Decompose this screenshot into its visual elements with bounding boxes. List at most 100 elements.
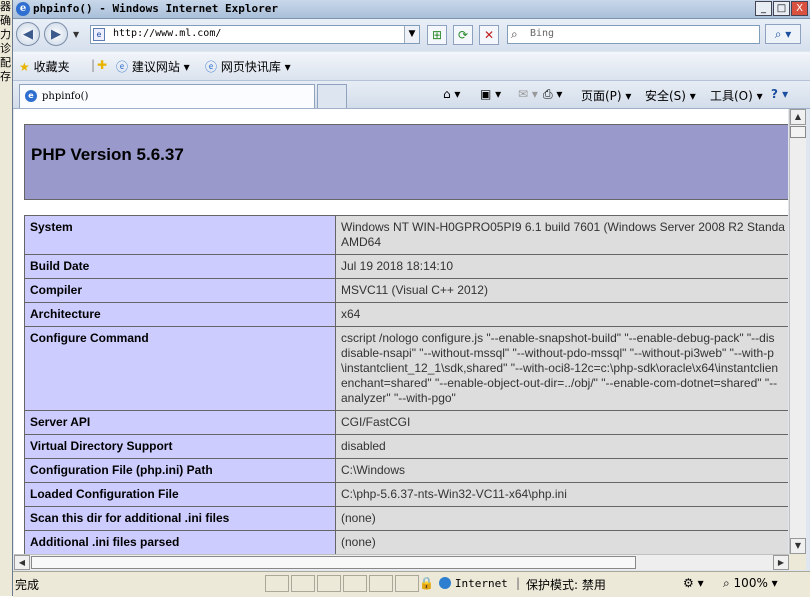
horizontal-scroll-thumb[interactable] <box>31 556 636 569</box>
zone-label: Internet <box>454 577 508 590</box>
add-favorite-icon[interactable]: ✚ <box>97 58 107 72</box>
php-header: PHP Version 5.6.37 <box>24 124 788 200</box>
separator: | <box>91 58 96 72</box>
search-input[interactable]: Bing <box>530 28 554 39</box>
title-bar[interactable]: e phpinfo() - Windows Internet Explorer … <box>13 0 810 19</box>
home-button[interactable]: ⌂ ▾ <box>443 87 460 101</box>
address-bar[interactable]: e http://www.ml.com/ <box>90 25 420 44</box>
tab-label: phpinfo() <box>42 91 89 102</box>
web-slice-gallery-link[interactable]: ⓔ 网页快讯库 ▾ <box>205 58 291 75</box>
value-line: (none) <box>341 535 376 549</box>
table-row: Compiler MSVC11 (Visual C++ 2012) <box>24 278 788 303</box>
table-row: Additional .ini files parsed (none) <box>24 530 788 554</box>
table-row: Configuration File (php.ini) Path C:\Wind… <box>24 458 788 483</box>
value-line: Jul 19 2018 18:14:10 <box>341 259 454 273</box>
strip-char: 诊 <box>0 42 11 55</box>
zone-settings-icon[interactable]: ⚙ ▾ <box>683 576 704 590</box>
value-line: analyzer" "--with-pgo" <box>341 391 456 405</box>
ie-page-icon: ⓔ <box>116 60 129 74</box>
horizontal-scrollbar[interactable]: ◀ ▶ <box>14 554 789 570</box>
security-lock-icon: 🔒 <box>419 576 434 590</box>
tab-phpinfo[interactable]: e phpinfo() <box>19 84 315 108</box>
value-line: (none) <box>341 511 376 525</box>
ie-logo-icon: e <box>16 2 30 16</box>
row-key: Virtual Directory Support <box>24 434 336 459</box>
row-value: (none) <box>335 506 788 531</box>
status-pane <box>343 575 367 592</box>
forward-arrow-icon[interactable]: ▶ <box>44 22 68 46</box>
refresh-icon[interactable]: ⟳ <box>453 25 473 45</box>
search-button[interactable]: ⌕ ▾ <box>765 24 801 44</box>
row-value: C:\php-5.6.37-nts-Win32-VC11-x64\php.ini <box>335 482 788 507</box>
row-value: cscript /nologo configure.js "--enable-s… <box>335 326 788 411</box>
page-icon: e <box>93 28 105 41</box>
status-text: 完成 <box>15 578 40 592</box>
tools-menu[interactable]: 工具(O) ▾ <box>710 87 763 104</box>
table-row: Build Date Jul 19 2018 18:14:10 <box>24 254 788 279</box>
vertical-scrollbar[interactable]: ▲ ▼ <box>789 109 806 554</box>
row-value: Jul 19 2018 18:14:10 <box>335 254 788 279</box>
maximize-button[interactable]: □ <box>773 1 790 16</box>
row-key: Architecture <box>24 302 336 327</box>
status-pane <box>317 575 341 592</box>
compatibility-view-icon[interactable]: ⊞ <box>427 25 447 45</box>
row-value: Windows NT WIN-H0GPRO05PI9 6.1 build 760… <box>335 215 788 255</box>
window-controls: _ □ X <box>755 1 808 16</box>
web-slice-gallery-label: 网页快讯库 ▾ <box>220 60 291 74</box>
help-button[interactable]: ? ▾ <box>771 87 788 101</box>
value-line: MSVC11 (Visual C++ 2012) <box>341 283 488 297</box>
close-button[interactable]: X <box>791 1 808 16</box>
table-row: System Windows NT WIN-H0GPRO05PI9 6.1 bui… <box>24 215 788 255</box>
background-window-strip: 器 确 力 诊 配 存 <box>0 0 12 596</box>
table-row: Architecture x64 <box>24 302 788 327</box>
value-line: C:\Windows <box>341 463 406 477</box>
row-key: Configure Command <box>24 326 336 411</box>
strip-char: 配 <box>0 56 11 69</box>
scroll-up-arrow-icon[interactable]: ▲ <box>790 109 806 125</box>
row-key: Configuration File (php.ini) Path <box>24 458 336 483</box>
row-key: Build Date <box>24 254 336 279</box>
internet-zone[interactable]: Internet <box>439 576 508 590</box>
status-pane <box>291 575 315 592</box>
status-bar: 完成 🔒 Internet | 保护模式: 禁用 ⚙ ▾ ⌕ 100% ▾ <box>13 571 810 597</box>
globe-icon <box>439 577 451 589</box>
row-value: x64 <box>335 302 788 327</box>
scroll-right-arrow-icon[interactable]: ▶ <box>773 555 789 570</box>
table-row: Loaded Configuration File C:\php-5.6.37-n… <box>24 482 788 507</box>
scroll-down-arrow-icon[interactable]: ▼ <box>790 538 806 554</box>
page-menu[interactable]: 页面(P) ▾ <box>581 87 631 104</box>
search-icon: ⌕ <box>511 27 518 41</box>
address-input[interactable]: http://www.ml.com/ <box>113 28 221 39</box>
zoom-control[interactable]: ⌕ 100% ▾ <box>723 576 778 591</box>
scroll-left-arrow-icon[interactable]: ◀ <box>14 555 30 570</box>
back-arrow-icon[interactable]: ◀ <box>16 22 40 46</box>
table-row: Virtual Directory Support disabled <box>24 434 788 459</box>
new-tab-button[interactable] <box>317 84 347 108</box>
value-line: enchant=shared" "--enable-object-out-dir… <box>341 376 778 390</box>
mail-button[interactable]: ✉ ▾ <box>518 87 538 101</box>
strip-char: 存 <box>0 70 11 83</box>
value-line: x64 <box>341 307 361 321</box>
row-value: C:\Windows <box>335 458 788 483</box>
strip-char: 器 <box>0 0 11 13</box>
row-key: Scan this dir for additional .ini files <box>24 506 336 531</box>
history-dropdown-icon[interactable]: ▼ <box>73 30 79 39</box>
print-button[interactable]: ⎙ ▾ <box>543 87 562 102</box>
ie-window: e phpinfo() - Windows Internet Explorer … <box>12 0 810 597</box>
stop-icon[interactable]: ✕ <box>479 25 499 45</box>
address-dropdown-icon[interactable]: ▼ <box>404 26 419 43</box>
ie-page-icon: ⓔ <box>205 60 218 74</box>
search-box[interactable]: ⌕ Bing <box>507 25 760 44</box>
minimize-button[interactable]: _ <box>755 1 772 16</box>
value-line: \instantclient_12_1\sdk,shared" "--with-… <box>341 361 779 375</box>
tab-bar: e phpinfo() ⌂ ▾ ▣ ▾ ✉ ▾ ⎙ ▾ 页面(P) ▾ 安全(S… <box>13 81 810 109</box>
ie-tab-icon: e <box>25 90 37 102</box>
suggested-sites-link[interactable]: ⓔ 建议网站 ▾ <box>116 58 190 75</box>
favorites-button[interactable]: ★ 收藏夹 <box>19 58 70 75</box>
feeds-button[interactable]: ▣ ▾ <box>480 87 501 101</box>
suggested-sites-label: 建议网站 ▾ <box>131 60 190 74</box>
vertical-scroll-thumb[interactable] <box>790 126 806 138</box>
row-key: System <box>24 215 336 255</box>
value-line: disable-nsapi" "--without-mssql" "--with… <box>341 346 774 360</box>
safety-menu[interactable]: 安全(S) ▾ <box>645 87 696 104</box>
